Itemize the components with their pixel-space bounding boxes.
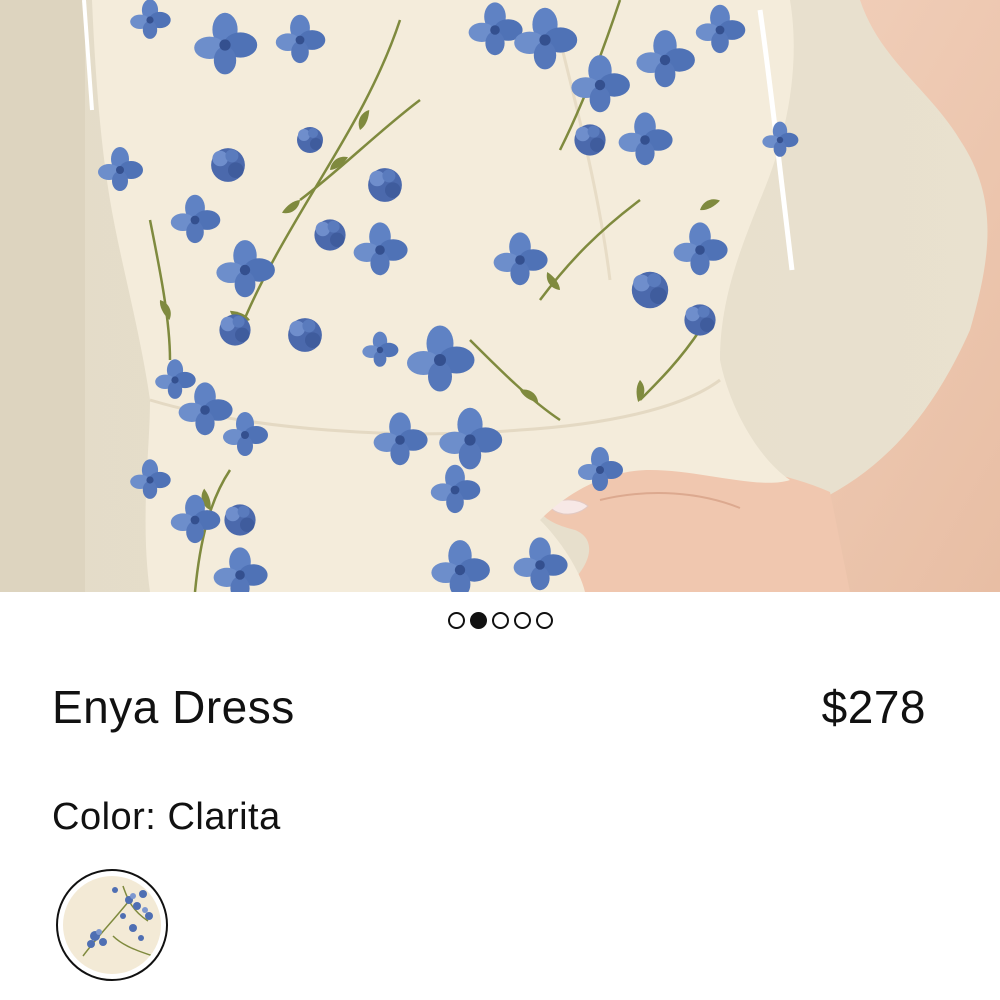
dress-photo [0, 0, 1000, 592]
swatch-pattern [63, 876, 161, 974]
product-price: $278 [821, 681, 926, 733]
carousel-dot-5[interactable] [535, 612, 553, 629]
carousel-dot-4[interactable] [513, 612, 531, 629]
product-image[interactable] [0, 0, 1000, 592]
carousel-indicator [0, 612, 1000, 629]
carousel-dot-2-active[interactable] [469, 612, 487, 629]
product-title: Enya Dress [52, 681, 295, 733]
carousel-dot-3[interactable] [491, 612, 509, 629]
color-selection-label: Color: Clarita [52, 796, 281, 839]
carousel-dot-1[interactable] [447, 612, 465, 629]
color-value: Clarita [167, 796, 281, 838]
color-label: Color: [52, 796, 157, 838]
color-swatch-clarita[interactable] [56, 869, 168, 981]
